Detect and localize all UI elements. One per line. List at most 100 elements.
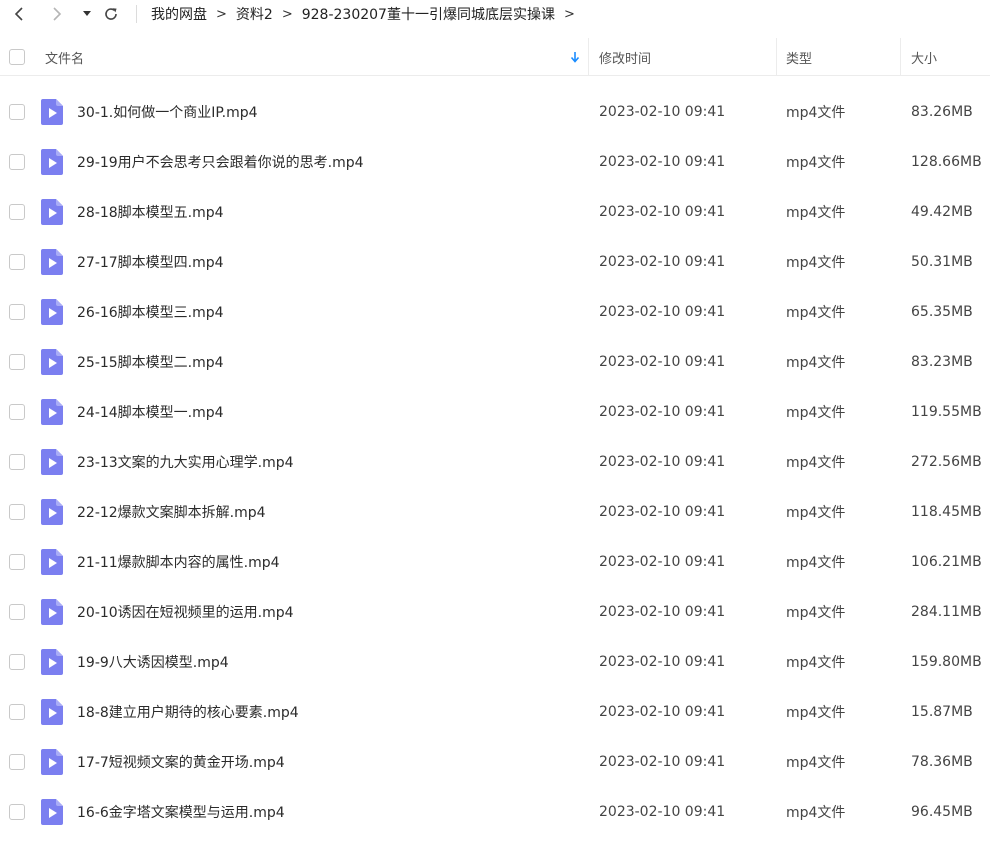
- video-file-icon: [41, 449, 63, 475]
- file-size: 128.66MB: [911, 154, 982, 170]
- file-size: 284.11MB: [911, 604, 982, 620]
- file-type: mp4文件: [786, 705, 846, 721]
- file-name[interactable]: 22-12爆款文案脚本拆解.mp4: [77, 502, 266, 522]
- file-name[interactable]: 27-17脚本模型四.mp4: [77, 252, 224, 272]
- file-row[interactable]: 21-11爆款脚本内容的属性.mp4 2023-02-10 09:41 mp4文…: [0, 537, 990, 587]
- file-row[interactable]: 29-19用户不会思考只会跟着你说的思考.mp4 2023-02-10 09:4…: [0, 137, 990, 187]
- file-checkbox[interactable]: [9, 204, 25, 220]
- file-size: 83.23MB: [911, 354, 973, 370]
- file-modified-time: 2023-02-10 09:41: [599, 204, 726, 220]
- file-checkbox[interactable]: [9, 754, 25, 770]
- file-row[interactable]: 22-12爆款文案脚本拆解.mp4 2023-02-10 09:41 mp4文件…: [0, 487, 990, 537]
- breadcrumb-separator: >: [281, 6, 293, 22]
- file-name[interactable]: 21-11爆款脚本内容的属性.mp4: [77, 552, 280, 572]
- file-row[interactable]: 18-8建立用户期待的核心要素.mp4 2023-02-10 09:41 mp4…: [0, 687, 990, 737]
- column-header-modified-time[interactable]: 修改时间: [599, 38, 651, 76]
- refresh-button[interactable]: [100, 3, 122, 25]
- file-type: mp4文件: [786, 505, 846, 521]
- file-type: mp4文件: [786, 205, 846, 221]
- video-file-icon: [41, 349, 63, 375]
- file-size: 83.26MB: [911, 104, 973, 120]
- file-name[interactable]: 18-8建立用户期待的核心要素.mp4: [77, 702, 299, 722]
- file-type: mp4文件: [786, 805, 846, 821]
- back-button[interactable]: [8, 3, 30, 25]
- video-file-icon: [41, 99, 63, 125]
- file-name[interactable]: 20-10诱因在短视频里的运用.mp4: [77, 602, 294, 622]
- select-all-checkbox[interactable]: [9, 49, 25, 65]
- file-modified-time: 2023-02-10 09:41: [599, 504, 726, 520]
- file-name[interactable]: 28-18脚本模型五.mp4: [77, 202, 224, 222]
- file-name[interactable]: 16-6金字塔文案模型与运用.mp4: [77, 802, 285, 822]
- column-header-name[interactable]: 文件名: [45, 38, 84, 76]
- file-checkbox[interactable]: [9, 304, 25, 320]
- file-size: 119.55MB: [911, 404, 982, 420]
- file-checkbox[interactable]: [9, 254, 25, 270]
- column-divider[interactable]: [588, 38, 589, 76]
- file-checkbox[interactable]: [9, 654, 25, 670]
- file-checkbox[interactable]: [9, 404, 25, 420]
- file-modified-time: 2023-02-10 09:41: [599, 304, 726, 320]
- breadcrumb-item-root[interactable]: 我的网盘: [151, 4, 207, 24]
- history-dropdown-button[interactable]: [80, 3, 94, 25]
- file-type: mp4文件: [786, 105, 846, 121]
- file-row[interactable]: 27-17脚本模型四.mp4 2023-02-10 09:41 mp4文件 50…: [0, 237, 990, 287]
- file-type: mp4文件: [786, 305, 846, 321]
- file-checkbox[interactable]: [9, 104, 25, 120]
- file-modified-time: 2023-02-10 09:41: [599, 804, 726, 820]
- file-type: mp4文件: [786, 255, 846, 271]
- video-file-icon: [41, 649, 63, 675]
- column-header-type[interactable]: 类型: [786, 38, 812, 76]
- file-checkbox[interactable]: [9, 154, 25, 170]
- file-modified-time: 2023-02-10 09:41: [599, 604, 726, 620]
- file-name[interactable]: 19-9八大诱因模型.mp4: [77, 652, 229, 672]
- file-checkbox[interactable]: [9, 504, 25, 520]
- file-row[interactable]: 19-9八大诱因模型.mp4 2023-02-10 09:41 mp4文件 15…: [0, 637, 990, 687]
- file-type: mp4文件: [786, 405, 846, 421]
- file-checkbox[interactable]: [9, 454, 25, 470]
- file-modified-time: 2023-02-10 09:41: [599, 704, 726, 720]
- chevron-left-icon: [14, 7, 23, 21]
- navigation-bar: 我的网盘 > 资料2 > 928-230207董十一引爆同城底层实操课 >: [0, 0, 990, 28]
- file-row[interactable]: 20-10诱因在短视频里的运用.mp4 2023-02-10 09:41 mp4…: [0, 587, 990, 637]
- column-divider[interactable]: [776, 38, 777, 76]
- file-name[interactable]: 29-19用户不会思考只会跟着你说的思考.mp4: [77, 152, 364, 172]
- file-row[interactable]: 28-18脚本模型五.mp4 2023-02-10 09:41 mp4文件 49…: [0, 187, 990, 237]
- file-name[interactable]: 25-15脚本模型二.mp4: [77, 352, 224, 372]
- video-file-icon: [41, 149, 63, 175]
- column-header-size[interactable]: 大小: [911, 38, 937, 76]
- file-modified-time: 2023-02-10 09:41: [599, 104, 726, 120]
- breadcrumb-item-folder[interactable]: 资料2: [236, 4, 273, 24]
- file-modified-time: 2023-02-10 09:41: [599, 354, 726, 370]
- forward-button[interactable]: [46, 3, 68, 25]
- file-row[interactable]: 24-14脚本模型一.mp4 2023-02-10 09:41 mp4文件 11…: [0, 387, 990, 437]
- file-row[interactable]: 25-15脚本模型二.mp4 2023-02-10 09:41 mp4文件 83…: [0, 337, 990, 387]
- file-name[interactable]: 26-16脚本模型三.mp4: [77, 302, 224, 322]
- nav-divider: [136, 5, 137, 23]
- chevron-right-icon: [53, 7, 62, 21]
- sort-indicator[interactable]: [569, 38, 581, 76]
- file-row[interactable]: 23-13文案的九大实用心理学.mp4 2023-02-10 09:41 mp4…: [0, 437, 990, 487]
- refresh-icon: [105, 8, 117, 20]
- file-size: 96.45MB: [911, 804, 973, 820]
- file-checkbox[interactable]: [9, 604, 25, 620]
- video-file-icon: [41, 299, 63, 325]
- video-file-icon: [41, 599, 63, 625]
- file-checkbox[interactable]: [9, 804, 25, 820]
- file-name[interactable]: 30-1.如何做一个商业IP.mp4: [77, 102, 258, 122]
- file-modified-time: 2023-02-10 09:41: [599, 454, 726, 470]
- file-name[interactable]: 23-13文案的九大实用心理学.mp4: [77, 452, 294, 472]
- file-name[interactable]: 17-7短视频文案的黄金开场.mp4: [77, 752, 285, 772]
- file-modified-time: 2023-02-10 09:41: [599, 654, 726, 670]
- file-checkbox[interactable]: [9, 704, 25, 720]
- file-type: mp4文件: [786, 755, 846, 771]
- file-row[interactable]: 17-7短视频文案的黄金开场.mp4 2023-02-10 09:41 mp4文…: [0, 737, 990, 787]
- file-checkbox[interactable]: [9, 554, 25, 570]
- video-file-icon: [41, 749, 63, 775]
- file-row[interactable]: 30-1.如何做一个商业IP.mp4 2023-02-10 09:41 mp4文…: [0, 87, 990, 137]
- file-row[interactable]: 26-16脚本模型三.mp4 2023-02-10 09:41 mp4文件 65…: [0, 287, 990, 337]
- file-name[interactable]: 24-14脚本模型一.mp4: [77, 402, 224, 422]
- column-divider[interactable]: [900, 38, 901, 76]
- file-checkbox[interactable]: [9, 354, 25, 370]
- breadcrumb-item-current[interactable]: 928-230207董十一引爆同城底层实操课: [302, 4, 555, 24]
- file-row[interactable]: 16-6金字塔文案模型与运用.mp4 2023-02-10 09:41 mp4文…: [0, 787, 990, 837]
